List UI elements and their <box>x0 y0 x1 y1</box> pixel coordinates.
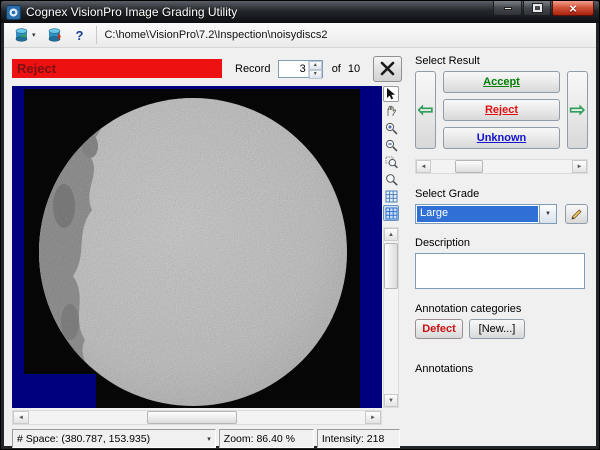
database-open-icon <box>14 27 30 43</box>
edit-grades-button[interactable] <box>565 204 588 224</box>
maximize-icon <box>533 4 542 12</box>
spin-up-button[interactable]: ▲ <box>309 61 322 70</box>
help-button[interactable]: ? <box>70 25 90 46</box>
zoom-out-icon[interactable] <box>383 137 399 153</box>
record-set-path: C:\home\VisionPro\7.2\Inspection\noisydi… <box>104 29 327 41</box>
zoom-fit-icon[interactable] <box>383 171 399 187</box>
grade-combobox[interactable]: Large ▼ <box>415 204 557 224</box>
app-window: Cognex VisionPro Image Grading Utility ×… <box>0 0 600 450</box>
grade-selected-value: Large <box>417 206 538 222</box>
horizontal-scrollbar[interactable]: ◄ ► <box>12 410 382 425</box>
unknown-button[interactable]: Unknown <box>443 127 560 149</box>
next-arrow-icon: ⇨ <box>570 99 586 122</box>
scroll-down-button[interactable]: ▼ <box>384 394 398 407</box>
record-label: Record <box>235 63 270 75</box>
spin-down-button[interactable]: ▼ <box>309 70 322 79</box>
minimize-icon <box>504 7 512 10</box>
client-area: ▾ ? C:\home\VisionPro\7.2\Inspection\noi… <box>4 23 596 446</box>
window-title: Cognex VisionPro Image Grading Utility <box>26 5 492 19</box>
previous-arrow-icon: ⇦ <box>418 99 434 122</box>
grading-pane: Select Result ⇦ Accept Reject Unknown ⇨ <box>402 48 596 446</box>
vertical-scroll-track[interactable] <box>384 241 398 394</box>
vertical-scroll-thumb[interactable] <box>384 243 398 289</box>
pixel-grid-tool-icon[interactable] <box>383 205 399 221</box>
grade-dropdown-button[interactable]: ▼ <box>539 205 556 223</box>
annotation-categories-label: Annotation categories <box>415 303 588 315</box>
database-save-icon <box>47 27 63 43</box>
display-status-bar: # Space: (380.787, 153.935) ▾ Zoom: 86.4… <box>12 429 400 448</box>
annotations-label: Annotations <box>415 363 588 375</box>
app-icon <box>6 5 21 20</box>
save-database-button[interactable] <box>43 25 67 46</box>
open-database-dropdown-icon[interactable]: ▾ <box>32 31 36 39</box>
record-slider[interactable]: ◄ ► <box>415 159 588 174</box>
image-display[interactable] <box>12 86 382 408</box>
delete-record-button[interactable] <box>373 56 402 82</box>
vertical-scrollbar[interactable]: ▲ ▼ <box>383 227 399 408</box>
minimize-button[interactable] <box>493 1 522 16</box>
record-navigation-row: Reject Record ▲ ▼ of 10 <box>12 55 402 82</box>
space-status-text: # Space: (380.787, 153.935) <box>17 433 150 445</box>
of-label: of <box>332 63 341 75</box>
accept-button[interactable]: Accept <box>443 71 560 93</box>
inspection-image <box>12 86 382 408</box>
horizontal-scroll-track[interactable] <box>29 411 365 424</box>
toolbar-separator <box>96 26 97 44</box>
scroll-left-button[interactable]: ◄ <box>13 411 29 424</box>
reject-button[interactable]: Reject <box>443 99 560 121</box>
window-frame: ▾ ? C:\home\VisionPro\7.2\Inspection\noi… <box>1 23 599 449</box>
combo-arrow-icon: ▼ <box>545 211 551 217</box>
intensity-status-text: Intensity: 218 <box>322 433 384 445</box>
record-spin-buttons: ▲ ▼ <box>308 61 322 77</box>
main-toolbar: ▾ ? C:\home\VisionPro\7.2\Inspection\noi… <box>4 23 596 48</box>
zoom-in-icon[interactable] <box>383 120 399 136</box>
select-result-group: ⇦ Accept Reject Unknown ⇨ <box>415 71 588 149</box>
defect-category-button[interactable]: Defect <box>415 319 463 339</box>
slider-right-button[interactable]: ► <box>572 160 587 173</box>
pan-tool-icon[interactable] <box>383 103 399 119</box>
space-status-panel[interactable]: # Space: (380.787, 153.935) ▾ <box>12 429 216 448</box>
scroll-right-button[interactable]: ► <box>365 411 381 424</box>
titlebar[interactable]: Cognex VisionPro Image Grading Utility × <box>1 1 599 23</box>
grid-tool-icon[interactable] <box>383 188 399 204</box>
display-tool-strip: ▲ ▼ <box>382 86 400 408</box>
maximize-button[interactable] <box>523 1 551 16</box>
select-grade-label: Select Grade <box>415 188 588 200</box>
pencil-icon <box>570 208 583 221</box>
zoom-status-text: Zoom: 86.40 % <box>224 433 295 445</box>
select-result-label: Select Result <box>415 55 588 67</box>
record-number-input[interactable] <box>279 61 307 77</box>
close-icon: × <box>569 2 577 15</box>
window-controls: × <box>492 1 594 23</box>
new-category-button[interactable]: [New...] <box>469 319 525 339</box>
open-database-button[interactable]: ▾ <box>10 25 40 46</box>
slider-left-button[interactable]: ◄ <box>416 160 431 173</box>
scroll-up-button[interactable]: ▲ <box>384 228 398 241</box>
slider-track[interactable] <box>431 160 572 173</box>
pointer-tool-icon[interactable] <box>383 86 399 102</box>
space-dropdown-icon[interactable]: ▾ <box>207 435 211 443</box>
description-input[interactable] <box>415 253 585 289</box>
delete-x-icon <box>380 61 395 76</box>
previous-record-button[interactable]: ⇦ <box>415 71 436 149</box>
image-pane: Reject Record ▲ ▼ of 10 <box>4 48 402 446</box>
next-record-button[interactable]: ⇨ <box>567 71 588 149</box>
description-label: Description <box>415 237 588 249</box>
zoom-region-icon[interactable] <box>383 154 399 170</box>
result-banner: Reject <box>12 59 222 78</box>
record-number-stepper[interactable]: ▲ ▼ <box>278 60 322 78</box>
zoom-status-panel: Zoom: 86.40 % <box>219 429 314 448</box>
slider-thumb[interactable] <box>455 160 483 173</box>
horizontal-scroll-thumb[interactable] <box>147 411 237 424</box>
record-total: 10 <box>348 63 360 75</box>
close-button[interactable]: × <box>552 1 594 16</box>
intensity-status-panel: Intensity: 218 <box>317 429 400 448</box>
